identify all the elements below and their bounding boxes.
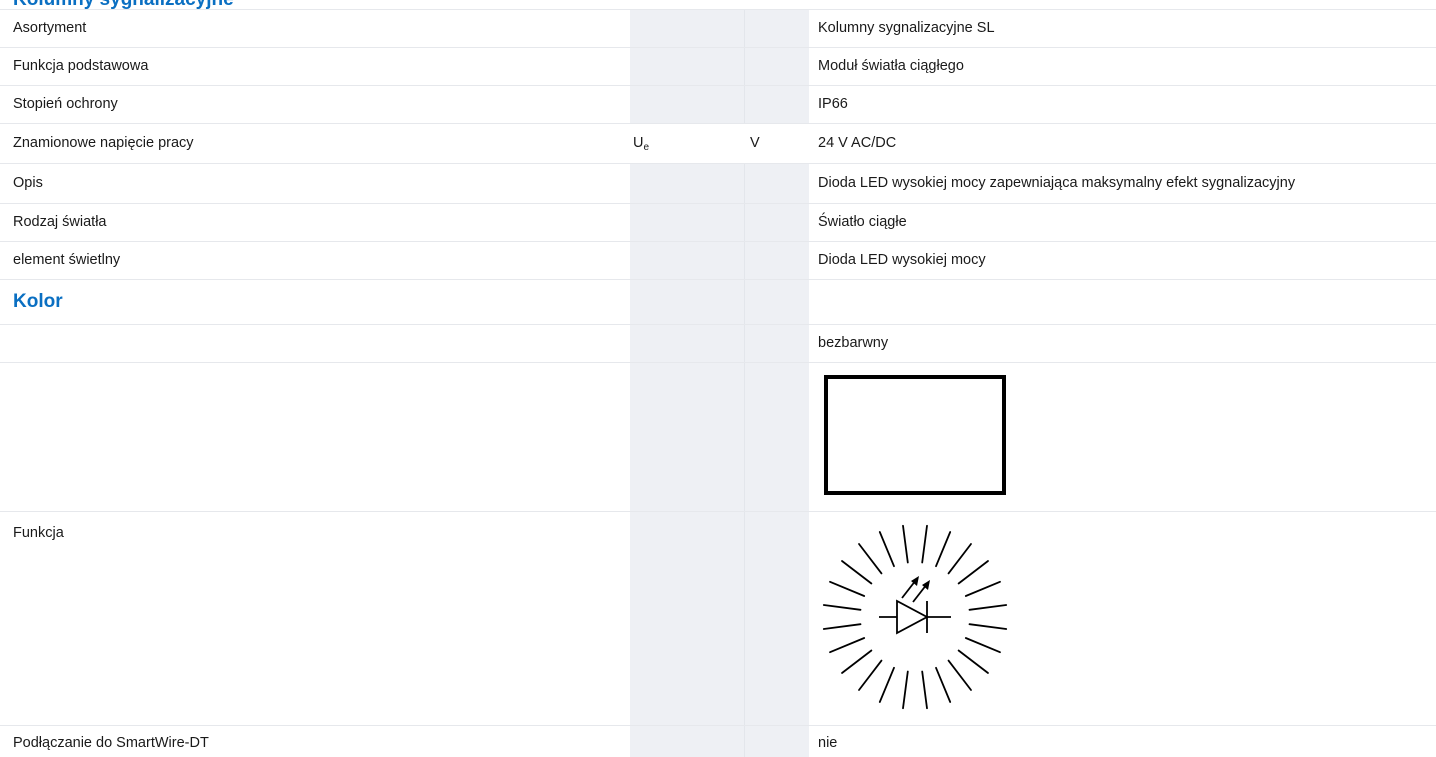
- row-unit: [744, 325, 809, 362]
- light-ray: [878, 531, 895, 568]
- row-label: Stopień ochrony: [13, 96, 118, 112]
- light-ray: [822, 623, 862, 630]
- spec-table: Asortyment Kolumny sygnalizacyjne SL Fun…: [0, 9, 1436, 757]
- table-row: element świetlny Dioda LED wysokiej mocy: [0, 241, 1436, 279]
- row-value: [809, 363, 1436, 511]
- row-unit: [744, 242, 809, 279]
- row-value: Moduł światła ciągłego: [818, 58, 964, 74]
- section-heading-cell: Kolor: [0, 280, 630, 324]
- row-value: [809, 512, 1436, 725]
- row-value: 24 V AC/DC: [818, 135, 897, 151]
- row-label: element świetlny: [13, 252, 121, 268]
- row-value: IP66: [818, 96, 848, 112]
- led-light-icon: [822, 524, 1008, 710]
- light-ray: [964, 637, 1001, 654]
- row-unit: V: [744, 124, 809, 163]
- color-value: bezbarwny: [818, 335, 889, 351]
- light-ray: [968, 604, 1008, 611]
- row-symbol: Ue: [630, 124, 744, 163]
- table-row-color-swatch: [0, 362, 1436, 511]
- light-ray: [947, 659, 972, 691]
- row-symbol: [630, 164, 744, 203]
- color-swatch: [824, 375, 1006, 495]
- row-label: Funkcja podstawowa: [13, 58, 149, 74]
- row-unit: [744, 164, 809, 203]
- row-unit: [744, 86, 809, 123]
- light-ray: [878, 666, 895, 703]
- row-label: [0, 325, 630, 362]
- row-symbol: [630, 325, 744, 362]
- light-ray: [841, 649, 873, 674]
- row-value: Dioda LED wysokiej mocy zapewniająca mak…: [818, 175, 1296, 191]
- row-symbol: [630, 10, 744, 47]
- row-unit: [744, 726, 809, 757]
- clipped-section-heading: Kolumny sygnalizacyjne: [13, 0, 234, 9]
- table-row: Funkcja podstawowa Moduł światła ciągłeg…: [0, 47, 1436, 85]
- table-row: Opis Dioda LED wysokiej mocy zapewniając…: [0, 163, 1436, 203]
- table-row-function: Funkcja: [0, 511, 1436, 725]
- light-ray: [947, 543, 972, 575]
- section-row-kolor: Kolor: [0, 279, 1436, 324]
- row-value: Kolumny sygnalizacyjne SL: [818, 20, 995, 36]
- row-value: Światło ciągłe: [818, 214, 907, 230]
- row-value: [809, 280, 1436, 324]
- row-unit: [744, 512, 809, 725]
- light-ray: [829, 637, 866, 654]
- row-label: Funkcja: [13, 525, 64, 541]
- light-ray: [829, 580, 866, 597]
- table-row: Znamionowe napięcie pracy Ue V 24 V AC/D…: [0, 123, 1436, 163]
- row-label: Znamionowe napięcie pracy: [13, 135, 194, 151]
- row-unit: [744, 280, 809, 324]
- section-heading: Kolor: [13, 291, 63, 312]
- row-symbol: [630, 512, 744, 725]
- row-symbol: [630, 280, 744, 324]
- row-unit: [744, 10, 809, 47]
- row-symbol: [630, 204, 744, 241]
- light-ray: [841, 560, 873, 585]
- light-ray: [935, 531, 952, 568]
- symbol-subscript: e: [643, 142, 650, 153]
- row-unit: [744, 204, 809, 241]
- light-ray: [935, 666, 952, 703]
- light-ray: [957, 560, 989, 585]
- table-row: Rodzaj światła Światło ciągłe: [0, 203, 1436, 241]
- row-symbol: [630, 363, 744, 511]
- row-symbol: [630, 48, 744, 85]
- row-label: Podłączanie do SmartWire-DT: [13, 735, 209, 751]
- row-symbol: [630, 242, 744, 279]
- row-label: [0, 363, 630, 511]
- light-ray: [921, 524, 928, 564]
- light-ray: [921, 670, 928, 710]
- row-unit: [744, 48, 809, 85]
- light-ray: [968, 623, 1008, 630]
- light-ray: [902, 524, 909, 564]
- table-row: Stopień ochrony IP66: [0, 85, 1436, 123]
- row-value: nie: [818, 735, 838, 751]
- row-label: Rodzaj światła: [13, 214, 107, 230]
- light-ray: [957, 649, 989, 674]
- clipped-section-heading-strip: Kolumny sygnalizacyjne: [0, 0, 1436, 9]
- row-value: Dioda LED wysokiej mocy: [818, 252, 986, 268]
- row-label: Opis: [13, 175, 43, 191]
- row-symbol: [630, 86, 744, 123]
- symbol-letter: U: [633, 135, 644, 151]
- table-row-smartwire: Podłączanie do SmartWire-DT nie: [0, 725, 1436, 757]
- row-symbol: [630, 726, 744, 757]
- light-ray: [822, 604, 862, 611]
- light-ray: [964, 580, 1001, 597]
- row-label: Asortyment: [13, 20, 87, 36]
- table-row: bezbarwny: [0, 324, 1436, 362]
- light-ray: [858, 543, 883, 575]
- light-ray: [902, 670, 909, 710]
- table-row: Asortyment Kolumny sygnalizacyjne SL: [0, 9, 1436, 47]
- row-unit: [744, 363, 809, 511]
- light-ray: [858, 659, 883, 691]
